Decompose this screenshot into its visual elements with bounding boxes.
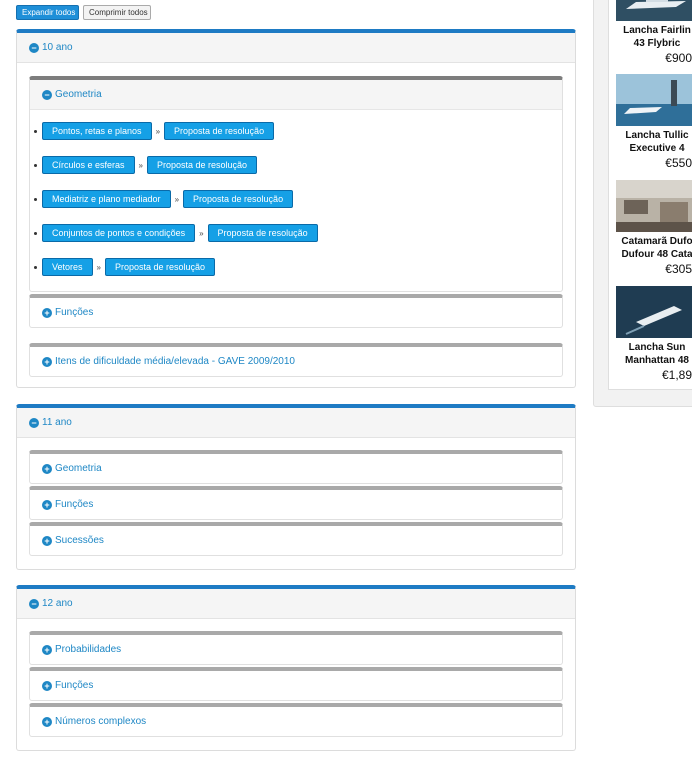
section-funcoes-11[interactable]: + Funções [29, 486, 563, 520]
section-header[interactable]: + Geometria [30, 454, 562, 483]
year-header-10[interactable]: − 10 ano [17, 33, 575, 63]
ad-title: Lancha Sun [628, 342, 686, 353]
boat-lighthouse-photo[interactable] [616, 74, 692, 126]
bullet [34, 129, 37, 133]
bullet [34, 265, 37, 269]
topic-item: Círculos e esferas » Proposta de resoluç… [34, 156, 258, 174]
plus-circle-icon: + [42, 680, 52, 691]
separator: » [138, 160, 143, 170]
ad-item[interactable]: Catamarã Dufo Dufour 48 Cata €305 [616, 180, 692, 277]
catamaran-deck-photo[interactable] [616, 180, 692, 232]
section-probabilidades-12[interactable]: + Probabilidades [29, 631, 563, 665]
solution-link[interactable]: Proposta de resolução [164, 122, 275, 140]
section-header[interactable]: + Números complexos [30, 707, 562, 736]
section-title: Funções [55, 307, 94, 318]
solution-link[interactable]: Proposta de resolução [207, 224, 318, 242]
topic-item: Conjuntos de pontos e condições » Propos… [34, 224, 318, 242]
solution-link[interactable]: Proposta de resolução [183, 190, 294, 208]
year-title: 12 ano [42, 598, 73, 609]
separator: » [155, 126, 161, 136]
expand-all-button[interactable]: Expandir todos [16, 5, 79, 20]
minus-circle-icon: − [29, 598, 39, 609]
year-panel-12: − 12 ano + Probabilidades + Funções + Nú… [16, 585, 576, 751]
ad-subtitle: Dufour 48 Cata [621, 249, 692, 260]
section-header[interactable]: + Funções [30, 298, 562, 327]
ad-title: Catamarã Dufo [621, 236, 692, 247]
ad-item[interactable]: Lancha Tullic Executive 4 €550 [616, 74, 692, 171]
section-funcoes-10[interactable]: + Funções [29, 294, 563, 328]
year-panel-11: − 11 ano + Geometria + Funções + Sucessõ… [16, 404, 576, 570]
ad-subtitle: Manhattan 48 [625, 355, 689, 366]
ad-title: Lancha Tullic [625, 130, 689, 141]
ad-title: Lancha Fairlin [623, 25, 691, 36]
plus-circle-icon: + [42, 499, 52, 510]
solution-link[interactable]: Proposta de resolução [146, 156, 258, 174]
ad-item[interactable]: Lancha Sun Manhattan 48 €1,89 [616, 286, 692, 383]
plus-circle-icon: + [42, 307, 52, 318]
section-geometria-11[interactable]: + Geometria [29, 450, 563, 484]
bullet [34, 163, 37, 167]
section-sucessoes-11[interactable]: + Sucessões [29, 522, 563, 556]
section-numeros-complexos-12[interactable]: + Números complexos [29, 703, 563, 737]
section-title: Geometria [55, 463, 102, 474]
topic-item: Mediatriz e plano mediador » Proposta de… [34, 190, 294, 208]
section-header[interactable]: + Sucessões [30, 526, 562, 555]
ad-price: €305 [665, 262, 692, 276]
ad-price: €900 [665, 51, 692, 65]
plus-circle-icon: + [42, 644, 52, 655]
topic-link[interactable]: Vetores [42, 258, 93, 276]
section-header[interactable]: + Funções [30, 490, 562, 519]
year-title: 10 ano [42, 42, 73, 53]
ad-price: €1,89 [661, 368, 692, 382]
separator: » [199, 228, 204, 238]
section-title: Probabilidades [55, 644, 122, 655]
topic-link[interactable]: Pontos, retas e planos [42, 122, 152, 140]
section-title: Itens de dificuldade média/elevada - GAV… [55, 356, 295, 367]
section-header[interactable]: + Probabilidades [30, 635, 562, 664]
topic-link[interactable]: Círculos e esferas [42, 156, 135, 174]
bullet [34, 197, 37, 201]
plus-circle-icon: + [42, 463, 52, 474]
section-header[interactable]: + Itens de dificuldade média/elevada - G… [30, 347, 562, 376]
section-header-geometria[interactable]: − Geometria [30, 80, 562, 110]
section-title: Geometria [55, 89, 102, 100]
section-geometria-10: − Geometria Pontos, retas e planos » Pro… [29, 76, 563, 292]
plus-circle-icon: + [42, 716, 52, 727]
minus-circle-icon: − [29, 417, 39, 428]
section-header[interactable]: + Funções [30, 671, 562, 700]
section-itens-gave-10[interactable]: + Itens de dificuldade média/elevada - G… [29, 343, 563, 377]
boat-sea-photo[interactable] [616, 0, 692, 21]
separator: » [96, 262, 101, 272]
separator: » [174, 194, 180, 204]
bullet [34, 231, 37, 235]
ad-price: €550 [665, 156, 692, 170]
year-title: 11 ano [42, 417, 72, 428]
section-title: Sucessões [55, 535, 104, 546]
topic-link[interactable]: Mediatriz e plano mediador [42, 190, 171, 208]
solution-link[interactable]: Proposta de resolução [104, 258, 216, 276]
topic-item: Vetores » Proposta de resolução [34, 258, 216, 276]
ad-subtitle: 43 Flybric [633, 38, 681, 49]
plus-circle-icon: + [42, 356, 52, 367]
minus-circle-icon: − [42, 89, 52, 100]
collapse-all-button[interactable]: Comprimir todos [83, 5, 151, 20]
ad-item[interactable]: Lancha Fairlin 43 Flybric €900 [616, 0, 692, 66]
year-panel-10: − 10 ano − Geometria Pontos, retas e pla… [16, 29, 576, 388]
minus-circle-icon: − [29, 42, 39, 53]
section-title: Funções [55, 680, 94, 691]
plus-circle-icon: + [42, 535, 52, 546]
ad-subtitle: Executive 4 [629, 143, 685, 154]
section-title: Números complexos [55, 716, 147, 727]
year-header-11[interactable]: − 11 ano [17, 408, 575, 438]
section-title: Funções [55, 499, 94, 510]
year-header-12[interactable]: − 12 ano [17, 589, 575, 619]
topic-link[interactable]: Conjuntos de pontos e condições [42, 224, 196, 242]
topic-item: Pontos, retas e planos » Proposta de res… [34, 122, 275, 140]
section-funcoes-12[interactable]: + Funções [29, 667, 563, 701]
boat-aerial-photo[interactable] [616, 286, 692, 338]
